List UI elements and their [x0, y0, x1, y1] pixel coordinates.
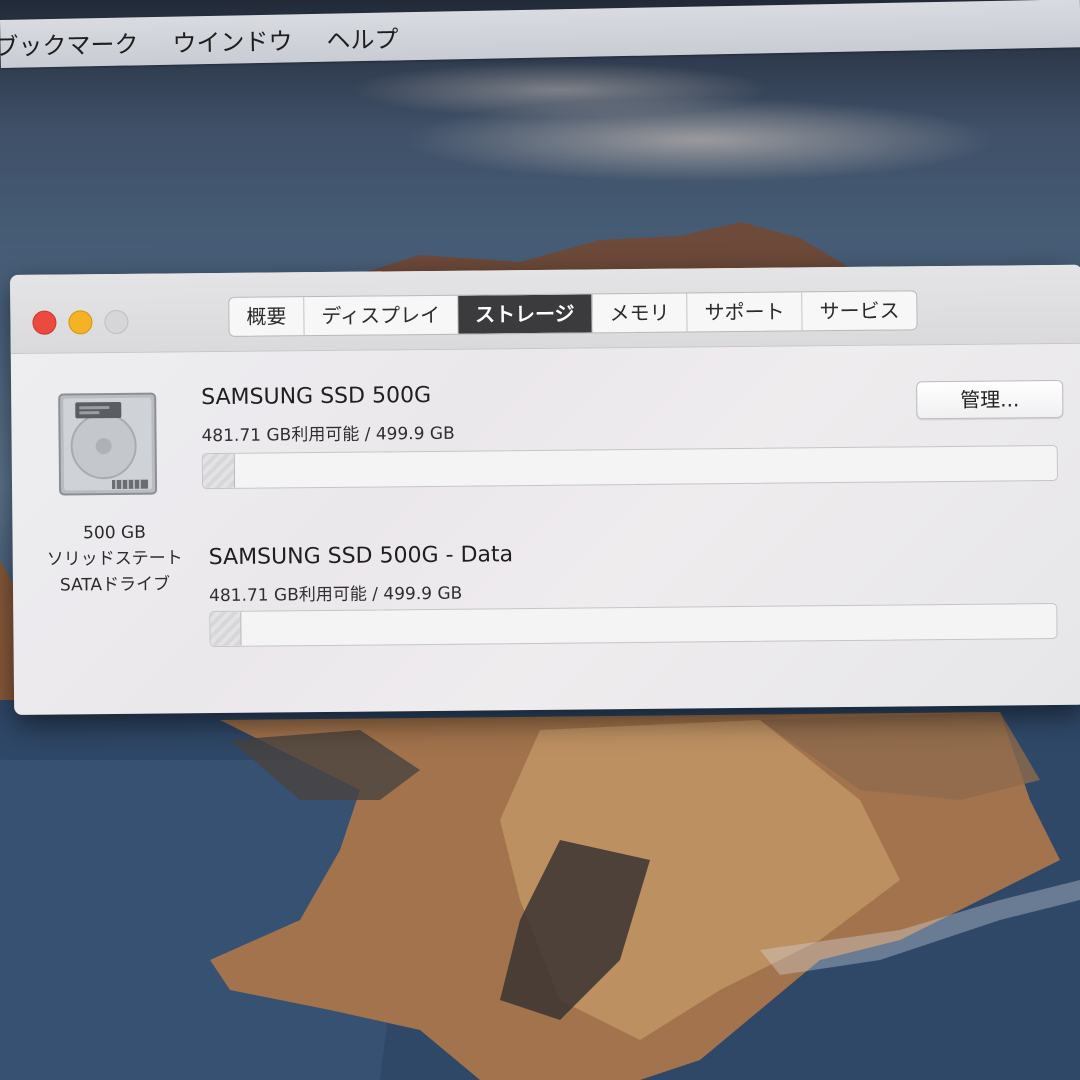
tab-support[interactable]: サポート	[687, 292, 803, 332]
zoom-button	[104, 309, 129, 335]
tab-bar: 概要 ディスプレイ ストレージ メモリ サポート サービス	[228, 290, 918, 337]
menu-window[interactable]: ウインドウ	[172, 21, 293, 58]
tab-memory[interactable]: メモリ	[592, 293, 688, 333]
window-titlebar: 概要 ディスプレイ ストレージ メモリ サポート サービス	[10, 264, 1080, 354]
storage-usage-fill	[202, 453, 235, 489]
tab-storage[interactable]: ストレージ	[457, 294, 593, 334]
volume-availability: 481.71 GB利用可能 / 499.9 GB	[201, 423, 455, 447]
hard-drive-icon	[57, 392, 158, 501]
drive-type-line2: SATAドライブ	[59, 574, 171, 596]
drive-capacity: 500 GB	[83, 522, 146, 544]
menu-help[interactable]: ヘルプ	[326, 19, 399, 55]
drive-type-line1: ソリッドステート	[46, 548, 183, 570]
volume-name: SAMSUNG SSD 500G	[201, 382, 432, 411]
tab-displays[interactable]: ディスプレイ	[304, 295, 459, 336]
menu-bookmarks[interactable]: ブックマーク	[0, 24, 139, 62]
tab-service[interactable]: サービス	[802, 291, 916, 330]
close-button[interactable]	[32, 310, 57, 335]
storage-usage-fill	[210, 611, 243, 647]
minimize-button[interactable]	[68, 310, 93, 335]
manage-button[interactable]: 管理...	[916, 379, 1064, 420]
storage-usage-bar	[209, 602, 1058, 648]
tab-overview[interactable]: 概要	[229, 297, 305, 336]
storage-usage-bar	[201, 444, 1059, 490]
about-this-mac-window: 概要 ディスプレイ ストレージ メモリ サポート サービス 500 GB ソリッ	[10, 264, 1080, 715]
drive-caption: 500 GB ソリッドステート SATAドライブ	[34, 519, 195, 599]
volume-availability: 481.71 GB利用可能 / 499.9 GB	[208, 583, 463, 607]
volume-name: SAMSUNG SSD 500G - Data	[208, 542, 514, 571]
